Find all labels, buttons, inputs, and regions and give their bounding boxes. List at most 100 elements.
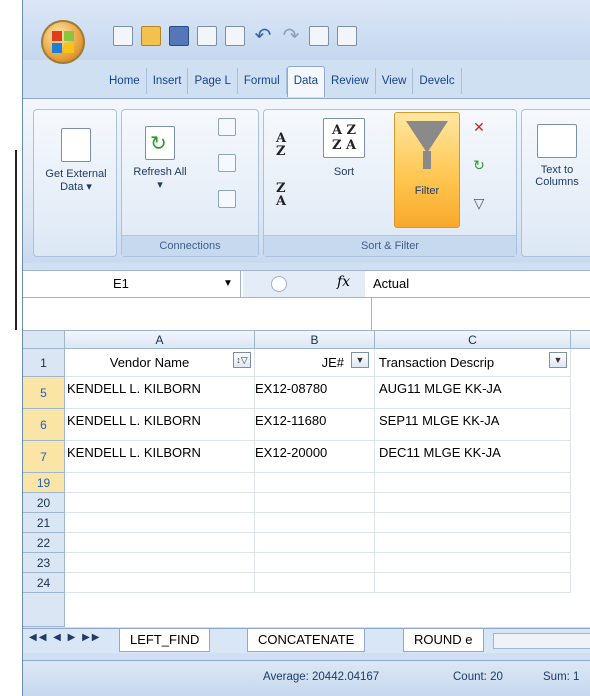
insert-function-icon[interactable]: fx [337, 274, 350, 290]
cell-c1[interactable]: Transaction Descrip [375, 349, 571, 377]
advanced-filter-icon[interactable]: ▽ [470, 196, 488, 214]
reapply-icon[interactable]: ↻ [470, 158, 488, 176]
formula-input[interactable]: Actual [373, 271, 409, 297]
filter-button[interactable]: Filter [394, 112, 460, 228]
cell-a1[interactable]: Vendor Name [65, 349, 255, 377]
filter-active-icon[interactable]: ↕▽ [233, 352, 251, 368]
cell-je[interactable]: EX12-08780 [255, 377, 375, 409]
empty-cell[interactable] [65, 493, 255, 513]
column-header-a[interactable]: A [65, 331, 255, 349]
column-header-d[interactable] [571, 331, 590, 349]
empty-cell[interactable] [375, 513, 571, 533]
sheet-tab-left-find[interactable]: LEFT_FIND [119, 629, 211, 652]
refresh-all-button[interactable]: Refresh All ▾ [128, 126, 192, 191]
worksheet-grid: A B C 1 Vendor Name ↕▽ JE# ▼ Transaction… [23, 331, 590, 627]
connections-group-label: Connections [122, 235, 258, 256]
tab-page-layout[interactable]: Page L [188, 68, 238, 94]
empty-cell[interactable] [375, 573, 571, 593]
row-header[interactable]: 19 [23, 473, 65, 493]
tab-data[interactable]: Data [286, 66, 325, 97]
filter-label: Filter [414, 185, 440, 197]
print-icon[interactable] [337, 26, 357, 46]
table-row: 5 KENDELL L. KILBORN EX12-08780 AUG11 ML… [23, 377, 590, 409]
empty-cell[interactable] [65, 573, 255, 593]
undo-icon[interactable]: ↶ [253, 26, 273, 46]
tab-insert[interactable]: Insert [147, 68, 189, 94]
row-header[interactable]: 24 [23, 573, 65, 593]
sheet-tab-concatenate[interactable]: CONCATENATE [247, 629, 366, 652]
table-row: 20 [23, 493, 590, 513]
edit-links-icon[interactable] [218, 190, 236, 208]
empty-cell[interactable] [375, 493, 571, 513]
empty-cell[interactable] [375, 473, 571, 493]
save-icon[interactable] [169, 26, 189, 46]
empty-cell[interactable] [65, 553, 255, 573]
redo-icon[interactable]: ↷ [281, 26, 301, 46]
connections-icon[interactable] [218, 118, 236, 136]
copy-icon[interactable] [197, 26, 217, 46]
sort-za-text: Z A [331, 138, 357, 153]
clear-filter-icon[interactable]: ✕ [470, 120, 488, 138]
row-header[interactable]: 7 [23, 441, 65, 473]
sort-a-to-z-icon[interactable]: AZ [276, 132, 286, 158]
row-header[interactable]: 1 [23, 349, 65, 377]
open-icon[interactable] [141, 26, 161, 46]
sheet-tab-round[interactable]: ROUND e [403, 629, 484, 652]
paste-icon[interactable] [225, 26, 245, 46]
left-margin [0, 0, 22, 696]
empty-cell[interactable] [65, 473, 255, 493]
empty-cell[interactable] [255, 553, 375, 573]
group-data-tools: Text to Columns [521, 109, 590, 257]
tab-view[interactable]: View [376, 68, 414, 94]
office-button[interactable] [41, 20, 85, 64]
text-to-columns-button[interactable]: Text to Columns [522, 124, 590, 188]
cell-vendor[interactable]: KENDELL L. KILBORN [65, 441, 255, 473]
row-header[interactable]: 20 [23, 493, 65, 513]
empty-cell[interactable] [65, 513, 255, 533]
table-header-row: 1 Vendor Name ↕▽ JE# ▼ Transaction Descr… [23, 349, 590, 377]
empty-cell[interactable] [255, 493, 375, 513]
row-header[interactable]: 5 [23, 377, 65, 409]
tab-review[interactable]: Review [325, 68, 376, 94]
new-icon[interactable] [113, 26, 133, 46]
cell-je[interactable]: EX12-11680 [255, 409, 375, 441]
cell-vendor[interactable]: KENDELL L. KILBORN [65, 377, 255, 409]
name-box-dropdown-icon[interactable]: ▼ [223, 271, 233, 297]
empty-cell[interactable] [255, 573, 375, 593]
sheet-nav-icons[interactable]: ◀◀ ◀ ▶ ▶▶ [29, 632, 101, 643]
filter-dropdown-icon[interactable]: ▼ [351, 352, 369, 368]
tab-developer[interactable]: Develc [413, 68, 462, 94]
properties-icon[interactable] [218, 154, 236, 172]
empty-cell[interactable] [375, 553, 571, 573]
row-header[interactable] [23, 593, 65, 627]
horizontal-scrollbar[interactable] [493, 633, 590, 649]
sort-button[interactable]: A Z Z A Sort [316, 118, 372, 178]
tab-home[interactable]: Home [103, 68, 147, 94]
tab-formulas[interactable]: Formul [238, 68, 287, 94]
filter-dropdown-icon[interactable]: ▼ [549, 352, 567, 368]
empty-cell[interactable] [255, 533, 375, 553]
cell-description[interactable]: SEP11 MLGE KK-JA [375, 409, 571, 441]
empty-cell[interactable] [255, 513, 375, 533]
empty-cell[interactable] [65, 533, 255, 553]
cell-description[interactable]: AUG11 MLGE KK-JA [375, 377, 571, 409]
preview-icon[interactable] [309, 26, 329, 46]
column-header-c[interactable]: C [375, 331, 571, 349]
empty-cell[interactable] [375, 533, 571, 553]
name-box[interactable]: E1 ▼ [23, 271, 241, 297]
cell-description[interactable]: DEC11 MLGE KK-JA [375, 441, 571, 473]
row-header[interactable]: 21 [23, 513, 65, 533]
cell-je[interactable]: EX12-20000 [255, 441, 375, 473]
sort-z-to-a-icon[interactable]: ZA [276, 182, 286, 208]
title-bar: ↶ ↷ [23, 0, 590, 64]
resize-knob-icon[interactable] [271, 276, 287, 292]
column-header-b[interactable]: B [255, 331, 375, 349]
select-all-corner[interactable] [23, 331, 65, 349]
row-header[interactable]: 23 [23, 553, 65, 573]
get-external-data-button[interactable]: Get External Data ▾ [34, 128, 118, 193]
cell-vendor[interactable]: KENDELL L. KILBORN [65, 409, 255, 441]
text-to-columns-label: Text to Columns [535, 164, 579, 188]
row-header[interactable]: 6 [23, 409, 65, 441]
row-header[interactable]: 22 [23, 533, 65, 553]
empty-cell[interactable] [255, 473, 375, 493]
